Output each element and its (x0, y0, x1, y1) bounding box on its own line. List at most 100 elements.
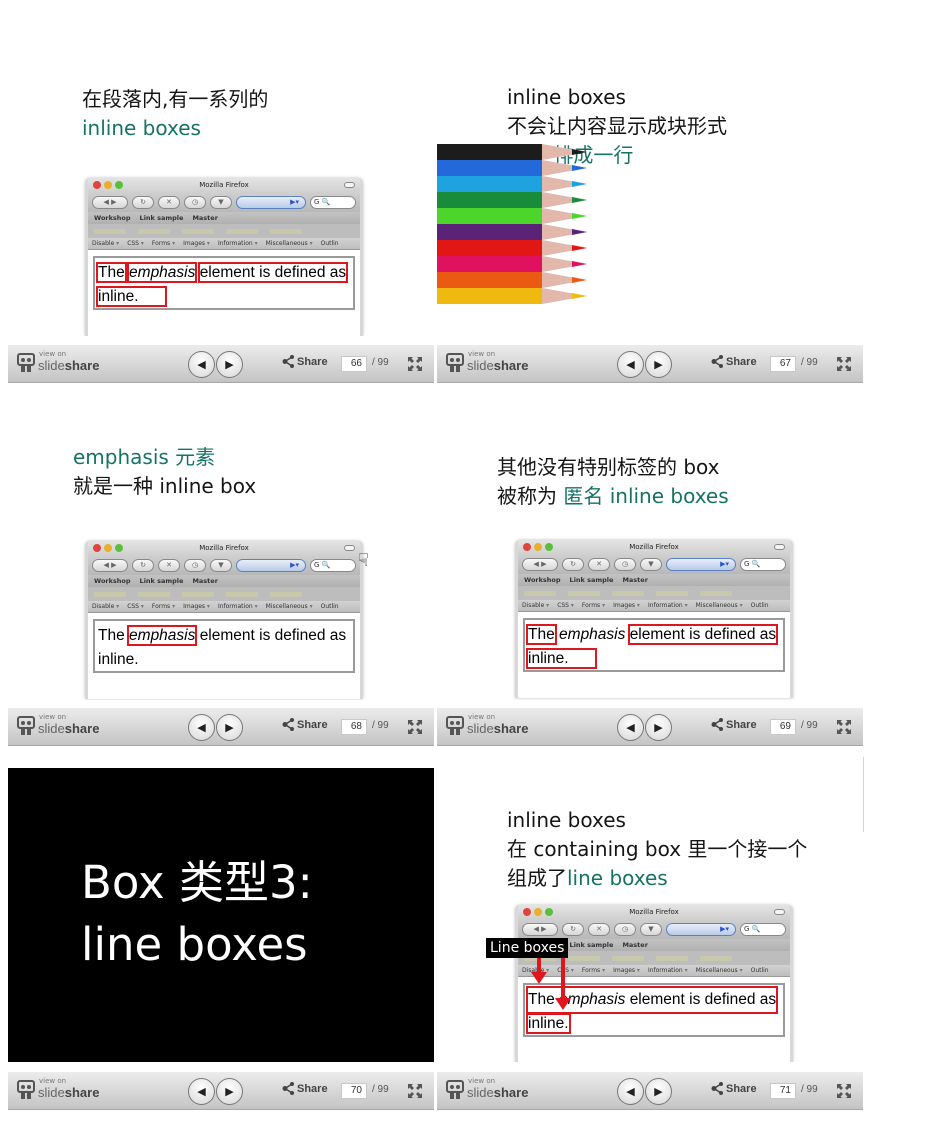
view-on-label[interactable]: view on (468, 350, 495, 358)
title-line: line boxes (81, 918, 308, 971)
view-on-label[interactable]: view on (39, 1077, 66, 1085)
prev-slide-button[interactable]: ◀ (617, 714, 644, 741)
share-button[interactable]: Share (711, 718, 757, 731)
arrow-head-line1 (531, 972, 547, 984)
dev-menu-item: Forms (582, 967, 605, 974)
fullscreen-icon[interactable] (836, 719, 852, 735)
slideshare-logo-icon[interactable] (445, 716, 465, 736)
dev-menu-item: Miscellaneous (696, 602, 743, 609)
next-slide-button[interactable]: ▶ (645, 1078, 672, 1105)
dev-menu-item: Images (613, 602, 640, 609)
dev-menu-item: Forms (582, 602, 605, 609)
next-slide-button[interactable]: ▶ (216, 1078, 243, 1105)
fullscreen-icon[interactable] (836, 1083, 852, 1099)
pencil-lead (572, 213, 587, 219)
page-total: / 99 (801, 720, 818, 731)
disabled-toolbar (518, 586, 790, 600)
slideshare-link[interactable]: slideshare (38, 721, 99, 736)
view-on-label[interactable]: view on (39, 713, 66, 721)
brand-light: slide (38, 358, 65, 373)
url-field-mock (666, 923, 736, 936)
view-on-label[interactable]: view on (468, 1077, 495, 1085)
stop-icon: ✕ (158, 196, 180, 209)
slideshare-logo-icon[interactable] (445, 1080, 465, 1100)
pencil-body (437, 192, 542, 208)
inline-box-emphasis: emphasis (127, 262, 198, 283)
paragraph-text: inline. (98, 288, 139, 305)
slide-canvas: 在段落内,有一系列的 inline boxes Mozilla Firefox … (8, 30, 434, 336)
share-button[interactable]: Share (282, 1082, 328, 1095)
paragraph-text: inline. (98, 651, 139, 668)
bookmark-item: Master (192, 214, 218, 222)
slideshare-logo-icon[interactable] (445, 353, 465, 373)
heading-line-teal: 匿名 inline boxes (563, 484, 729, 508)
dev-menu-item: Information (218, 240, 258, 247)
slideshare-link[interactable]: slideshare (467, 358, 528, 373)
zoom-light-icon (545, 543, 553, 551)
slideshare-logo-icon[interactable] (16, 716, 36, 736)
pencil-body (437, 240, 542, 256)
fullscreen-icon[interactable] (407, 1083, 423, 1099)
anonymous-inline-box: inline. (526, 648, 597, 669)
page-number-input[interactable]: 68 (341, 719, 367, 735)
history-icon: ◷ (184, 196, 206, 209)
brand-light: slide (467, 1085, 494, 1100)
inline-box: element is defined as (197, 262, 349, 283)
page-total: / 99 (372, 720, 389, 731)
share-button[interactable]: Share (711, 1082, 757, 1095)
dev-menu-item: Disable (92, 603, 119, 610)
reload-icon: ↻ (132, 559, 154, 572)
slide-title: Box 类型3: line boxes (81, 852, 313, 976)
bookmarks-bar: Workshop Link sample Master (88, 575, 360, 587)
next-slide-icon: ▶ (654, 721, 663, 734)
next-slide-button[interactable]: ▶ (216, 351, 243, 378)
slideshare-link[interactable]: slideshare (38, 1085, 99, 1100)
page-number-input[interactable]: 70 (341, 1083, 367, 1099)
slide-canvas: inline boxes 不会让内容显示成块形式 而是 排成一行 (437, 30, 863, 336)
page-number-input[interactable]: 71 (770, 1083, 796, 1099)
fullscreen-icon[interactable] (836, 356, 852, 372)
slideshare-link[interactable]: slideshare (38, 358, 99, 373)
firefox-titlebar: Mozilla Firefox (88, 541, 360, 556)
next-slide-button[interactable]: ▶ (645, 351, 672, 378)
back-forward-icon: ◀ ▶ (92, 196, 128, 209)
firefox-title: Mozilla Firefox (629, 543, 679, 551)
prev-slide-button[interactable]: ◀ (188, 351, 215, 378)
callout-arrows (531, 956, 571, 1010)
view-on-label[interactable]: view on (39, 350, 66, 358)
next-slide-icon: ▶ (225, 1085, 234, 1098)
column-divider (863, 757, 864, 832)
view-on-label[interactable]: view on (468, 713, 495, 721)
fullscreen-icon[interactable] (407, 356, 423, 372)
share-button[interactable]: Share (282, 355, 328, 368)
paragraph-text: The (98, 627, 125, 644)
disabled-toolbar (88, 587, 360, 601)
minimize-light-icon (534, 543, 542, 551)
brand-bold: share (493, 358, 529, 373)
search-engine-icon: G (744, 925, 750, 933)
slideshare-link[interactable]: slideshare (467, 1085, 528, 1100)
slideshare-link[interactable]: slideshare (467, 721, 528, 736)
colored-pencils-image (437, 144, 597, 304)
share-button[interactable]: Share (711, 355, 757, 368)
prev-slide-button[interactable]: ◀ (617, 351, 644, 378)
next-slide-button[interactable]: ▶ (645, 714, 672, 741)
hand-pointer-icon: ☟ (358, 550, 369, 571)
slideshare-logo-icon[interactable] (16, 1080, 36, 1100)
reload-icon: ↻ (562, 923, 584, 936)
page-number-input[interactable]: 67 (770, 356, 796, 372)
next-slide-button[interactable]: ▶ (216, 714, 243, 741)
close-light-icon (523, 543, 531, 551)
firefox-titlebar: Mozilla Firefox (518, 540, 790, 555)
share-label: Share (297, 355, 328, 368)
slideshare-logo-icon[interactable] (16, 353, 36, 373)
page-number-input[interactable]: 69 (770, 719, 796, 735)
prev-slide-button[interactable]: ◀ (188, 714, 215, 741)
share-button[interactable]: Share (282, 718, 328, 731)
arrow-head-line2 (555, 998, 571, 1010)
prev-slide-button[interactable]: ◀ (617, 1078, 644, 1105)
fullscreen-icon[interactable] (407, 719, 423, 735)
prev-slide-button[interactable]: ◀ (188, 1078, 215, 1105)
page-number-input[interactable]: 66 (341, 356, 367, 372)
dev-menu-item: CSS (557, 602, 574, 609)
